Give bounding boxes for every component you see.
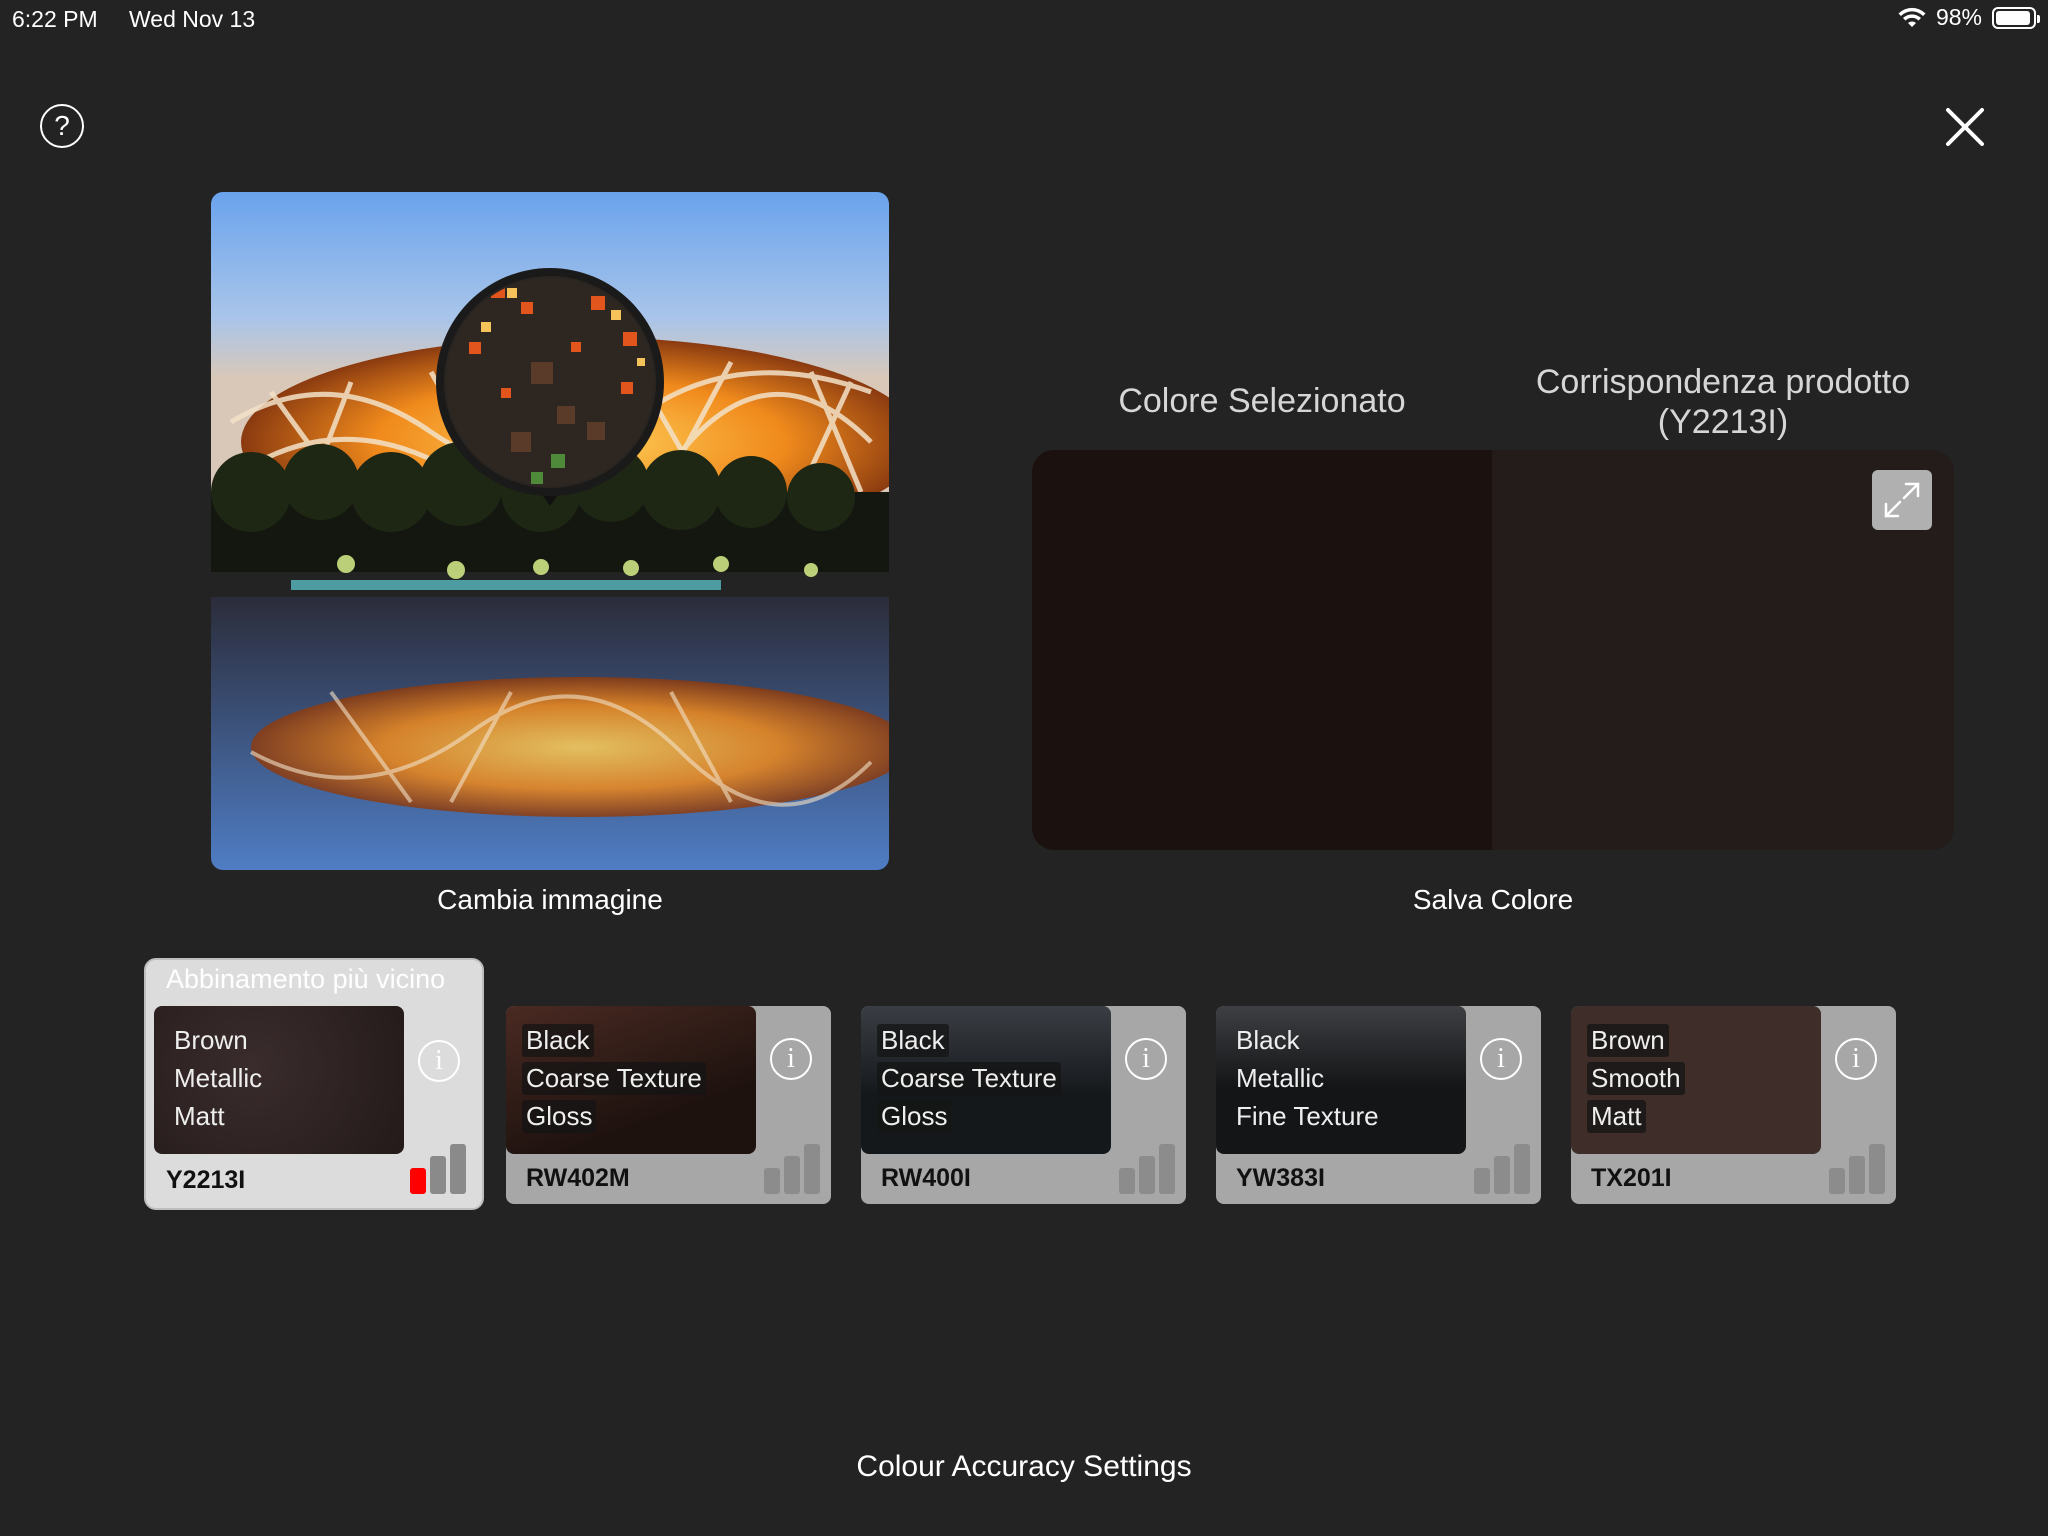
info-button[interactable]: i xyxy=(1125,1038,1167,1080)
match-tag-finish: Coarse Texture xyxy=(877,1062,1061,1095)
match-swatch: Black Metallic Fine Texture xyxy=(1216,1006,1466,1154)
status-right: 98% xyxy=(1898,4,2040,31)
color-comparison xyxy=(1032,450,1954,850)
match-tag-gloss: Matt xyxy=(1587,1100,1646,1133)
info-icon: i xyxy=(1497,1043,1505,1074)
product-match-title-line1: Corrispondenza prodotto xyxy=(1535,363,1911,401)
match-swatch: Black Coarse Texture Gloss xyxy=(506,1006,756,1154)
product-code: YW383I xyxy=(1236,1164,1325,1192)
match-tag-gloss: Matt xyxy=(174,1101,225,1131)
question-circle-icon: ? xyxy=(54,110,70,141)
match-tag-finish: Metallic xyxy=(174,1063,263,1093)
expand-arrows-icon xyxy=(1884,482,1920,518)
accuracy-bars-icon xyxy=(1474,1144,1530,1194)
accuracy-bars-icon xyxy=(764,1144,820,1194)
match-tag-color: Brown xyxy=(174,1025,248,1055)
accuracy-bars-icon xyxy=(1829,1144,1885,1194)
selected-color-swatch xyxy=(1032,450,1492,850)
wifi-icon xyxy=(1898,7,1926,27)
match-tag-gloss: Gloss xyxy=(877,1100,952,1133)
product-code: TX201I xyxy=(1591,1164,1672,1192)
stadium-photo-image xyxy=(211,192,889,870)
close-x-icon xyxy=(1946,108,1984,146)
product-code: Y2213I xyxy=(166,1166,246,1194)
match-tag-color: Black xyxy=(522,1024,594,1057)
match-card[interactable]: Black Coarse Texture Gloss i RW402M xyxy=(506,1006,831,1204)
match-swatch: Brown Smooth Matt xyxy=(1571,1006,1821,1154)
product-code: RW402M xyxy=(526,1164,630,1192)
info-icon: i xyxy=(435,1045,443,1076)
match-tag-finish: Coarse Texture xyxy=(522,1062,706,1095)
product-match-title-line2: (Y2213I) xyxy=(1657,403,1789,441)
close-button[interactable] xyxy=(1942,104,1988,150)
info-button[interactable]: i xyxy=(1480,1038,1522,1080)
match-card[interactable]: Brown Smooth Matt i TX201I xyxy=(1571,1006,1896,1204)
status-bar: 6:22 PM Wed Nov 13 98% xyxy=(0,0,2048,40)
accuracy-bars-icon xyxy=(410,1144,466,1194)
battery-percent: 98% xyxy=(1935,4,1982,30)
match-card[interactable]: Black Coarse Texture Gloss i RW400I xyxy=(861,1006,1186,1204)
match-tag-color: Black xyxy=(1236,1025,1300,1055)
info-icon: i xyxy=(1142,1043,1150,1074)
match-tag-gloss: Gloss xyxy=(522,1100,597,1133)
expand-button[interactable] xyxy=(1872,470,1932,530)
status-time: 6:22 PM xyxy=(12,6,98,32)
match-tag-finish: Smooth xyxy=(1587,1062,1685,1095)
match-tag-finish: Metallic xyxy=(1236,1063,1325,1093)
match-card-closest[interactable]: Abbinamento più vicino Brown Metallic Ma… xyxy=(144,958,484,1210)
product-match-title: Corrispondenza prodotto (Y2213I) xyxy=(1492,362,1954,442)
info-button[interactable]: i xyxy=(770,1038,812,1080)
status-date: Wed Nov 13 xyxy=(129,6,256,32)
accuracy-bars-icon xyxy=(1119,1144,1175,1194)
colour-accuracy-settings-button[interactable]: Colour Accuracy Settings xyxy=(0,1450,2048,1484)
match-card[interactable]: Black Metallic Fine Texture i YW383I xyxy=(1216,1006,1541,1204)
help-button[interactable]: ? xyxy=(40,104,84,148)
match-tag-color: Brown xyxy=(1587,1024,1669,1057)
save-color-button[interactable]: Salva Colore xyxy=(1032,884,1954,916)
product-code: RW400I xyxy=(881,1164,971,1192)
info-icon: i xyxy=(787,1043,795,1074)
match-tag-color: Black xyxy=(877,1024,949,1057)
battery-icon xyxy=(1992,6,2040,29)
info-button[interactable]: i xyxy=(1835,1038,1877,1080)
match-swatch: Black Coarse Texture Gloss xyxy=(861,1006,1111,1154)
info-button[interactable]: i xyxy=(418,1040,460,1082)
source-photo[interactable] xyxy=(211,192,889,870)
selected-color-title: Colore Selezionato xyxy=(1118,382,1406,420)
closest-match-heading: Abbinamento più vicino xyxy=(166,964,446,994)
info-icon: i xyxy=(1852,1043,1860,1074)
product-match-swatch xyxy=(1492,450,1954,850)
match-swatch: Brown Metallic Matt xyxy=(154,1006,404,1154)
match-tag-gloss: Fine Texture xyxy=(1236,1101,1379,1131)
change-image-button[interactable]: Cambia immagine xyxy=(211,884,889,916)
